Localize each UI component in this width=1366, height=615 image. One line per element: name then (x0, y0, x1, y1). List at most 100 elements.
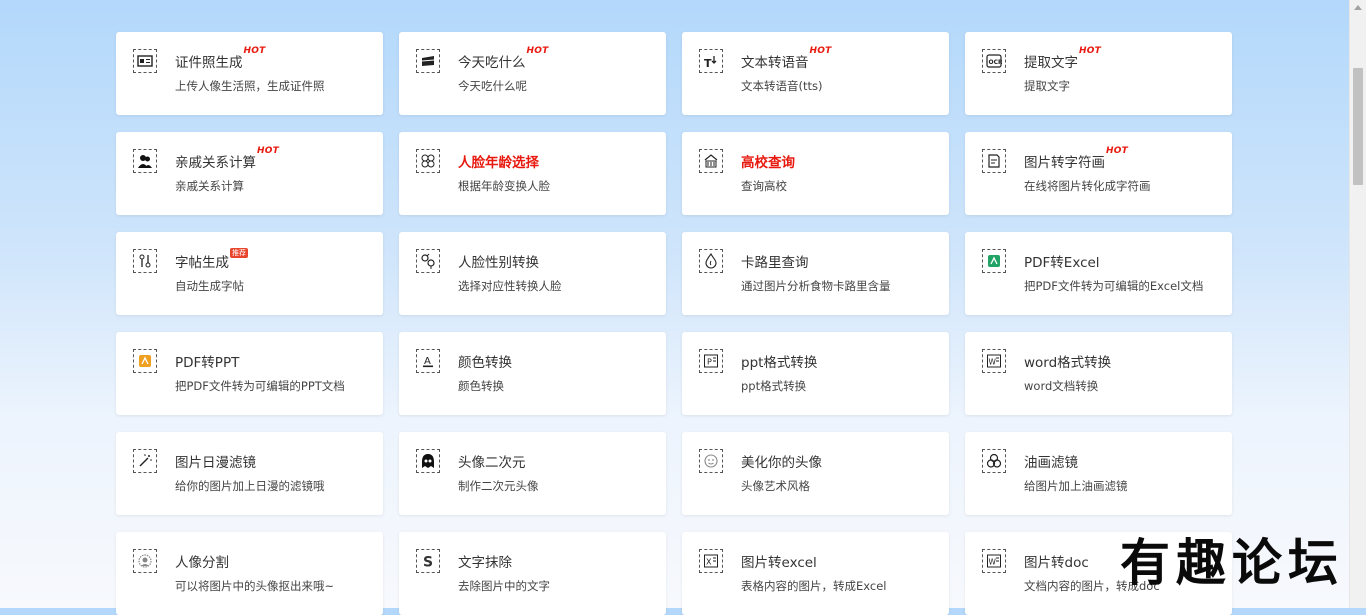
svg-text:OCR: OCR (989, 59, 1003, 66)
anime-avatar-icon (416, 449, 440, 473)
tool-description: 根据年龄变换人脸 (458, 179, 550, 193)
svg-text:X: X (706, 558, 712, 567)
tool-title: 人脸年龄选择 (458, 155, 539, 171)
tool-card[interactable]: 今天吃什么 今天吃什么呢 HOT (399, 32, 666, 115)
tool-description: 自动生成字帖 (175, 279, 244, 293)
image-doc-icon: W (982, 549, 1006, 573)
tool-title: ppt格式转换 (741, 355, 818, 371)
tool-description: 制作二次元头像 (458, 479, 539, 493)
hot-badge: HOT (1079, 46, 1101, 56)
tool-description: 今天吃什么呢 (458, 79, 527, 93)
tool-title: 高校查询 (741, 155, 795, 171)
portrait-cut-icon (133, 549, 157, 573)
tool-title: 美化你的头像 (741, 455, 822, 471)
tool-title: PDF转Excel (1024, 255, 1100, 271)
pdf-ppt-icon (133, 349, 157, 373)
hot-badge: HOT (809, 46, 832, 56)
tool-card[interactable]: Wword格式转换 word文档转换 (965, 332, 1232, 415)
tool-description: 提取文字 (1024, 79, 1070, 93)
text-to-speech-icon: T (699, 49, 723, 73)
pdf-excel-icon (982, 249, 1006, 273)
svg-text:P: P (707, 358, 712, 367)
university-icon (699, 149, 723, 173)
tool-title: 图片转doc (1024, 555, 1089, 571)
ppt-icon: P (699, 349, 723, 373)
oil-paint-icon (982, 449, 1006, 473)
tool-title: 油画滤镜 (1024, 455, 1078, 471)
watermark-logo: 有趣论坛 (1120, 533, 1344, 592)
tool-title: 头像二次元 (458, 455, 526, 471)
copybook-icon (133, 249, 157, 273)
tool-card[interactable]: X 图片转excel 表格内容的图片，转成Excel (682, 532, 949, 615)
id-card-icon (133, 49, 157, 73)
tool-title: 亲戚关系计算 (175, 155, 256, 171)
tool-description: 去除图片中的文字 (458, 579, 550, 593)
tool-description: 文本转语音(tts) (741, 79, 823, 93)
tool-description: 选择对应性转换人脸 (458, 279, 562, 293)
tool-card[interactable]: 油画滤镜给图片加上油画滤镜 (965, 432, 1232, 515)
tool-title: PDF转PPT (175, 355, 240, 371)
tool-card[interactable]: PDF转Excel 把PDF文件转为可编辑的Excel文档 (965, 232, 1232, 315)
svg-text:W: W (989, 358, 997, 367)
tool-title: 证件照生成 (175, 55, 243, 71)
svg-text:S: S (423, 555, 433, 570)
hot-badge: HOT (1106, 146, 1128, 156)
ocr-icon: OCR (982, 49, 1006, 73)
tool-card[interactable]: A 颜色转换 颜色转换 (399, 332, 666, 415)
tool-title: 颜色转换 (458, 355, 512, 371)
tool-description: 头像艺术风格 (741, 479, 810, 493)
text-erase-icon: S (416, 549, 440, 573)
tool-title: 文本转语音 (741, 55, 809, 71)
tool-description: 可以将图片中的头像抠出来哦~ (175, 579, 335, 593)
tool-title: 图片转字符画 (1024, 155, 1105, 171)
tool-description: 通过图片分析食物卡路里含量 (741, 279, 891, 293)
tool-card[interactable]: 人脸性别转换选择对应性转换人脸 (399, 232, 666, 315)
tool-card[interactable]: S 文字抹除去除图片中的文字 (399, 532, 666, 615)
tool-card[interactable]: 字帖生成自动生成字帖 推荐 (116, 232, 383, 315)
tool-title: 图片转excel (741, 555, 817, 571)
tool-description: 在线将图片转化成字符画 (1024, 179, 1151, 193)
tool-card[interactable]: PDF转PPT 把PDF文件转为可编辑的PPT文档 (116, 332, 383, 415)
tool-card[interactable]: Pppt格式转换 ppt格式转换 (682, 332, 949, 415)
tool-card[interactable]: 头像二次元制作二次元头像 (399, 432, 666, 515)
tool-card[interactable]: 图片转字符画在线将图片转化成字符画 HOT (965, 132, 1232, 215)
tool-description: word文档转换 (1024, 379, 1099, 393)
char-art-icon (982, 149, 1006, 173)
tool-title: word格式转换 (1024, 355, 1112, 371)
scrollbar-thumb[interactable] (1353, 68, 1363, 185)
tool-card[interactable]: T 文本转语音文本转语音(tts) HOT (682, 32, 949, 115)
color-icon: A (416, 349, 440, 373)
tool-description: ppt格式转换 (741, 379, 807, 393)
word-icon: W (982, 349, 1006, 373)
smile-icon (699, 449, 723, 473)
relatives-icon (133, 149, 157, 173)
tool-card[interactable]: OCR 提取文字 提取文字 HOT (965, 32, 1232, 115)
tool-title: 人脸性别转换 (458, 255, 539, 271)
tool-description: 给图片加上油画滤镜 (1024, 479, 1128, 493)
recommend-badge: 推荐 (230, 248, 248, 258)
gender-icon (416, 249, 440, 273)
tool-card[interactable]: 证件照生成 上传人像生活照，生成证件照 HOT (116, 32, 383, 115)
tool-card[interactable]: 人像分割可以将图片中的头像抠出来哦~ (116, 532, 383, 615)
tool-card[interactable]: 人脸年龄选择 根据年龄变换人脸 (399, 132, 666, 215)
tool-grid: 证件照生成 上传人像生活照，生成证件照 HOT 今天吃什么 今天吃什么呢 HOT T 文本转语… (116, 32, 1232, 615)
tool-card[interactable]: 美化你的头像 头像艺术风格 (682, 432, 949, 515)
tool-card[interactable]: 亲戚关系计算 亲戚关系计算 HOT (116, 132, 383, 215)
tool-title: 人像分割 (175, 555, 229, 571)
tool-description: 亲戚关系计算 (175, 179, 244, 193)
vertical-scrollbar[interactable] (1349, 0, 1366, 608)
food-icon (416, 49, 440, 73)
svg-text:A: A (424, 356, 431, 367)
tool-title: 文字抹除 (458, 555, 512, 571)
hot-badge: HOT (243, 46, 266, 56)
scroll-up-arrow-icon[interactable] (1354, 5, 1362, 10)
svg-text:T: T (704, 57, 712, 69)
calorie-icon (699, 249, 723, 273)
tool-card[interactable]: 图片日漫滤镜 给你的图片加上日漫的滤镜哦 (116, 432, 383, 515)
tool-title: 字帖生成 (175, 255, 229, 271)
tool-card[interactable]: 高校查询 查询高校 (682, 132, 949, 215)
tool-title: 图片日漫滤镜 (175, 455, 256, 471)
tool-description: 查询高校 (741, 179, 787, 193)
tool-card[interactable]: 卡路里查询 通过图片分析食物卡路里含量 (682, 232, 949, 315)
magic-wand-icon (133, 449, 157, 473)
